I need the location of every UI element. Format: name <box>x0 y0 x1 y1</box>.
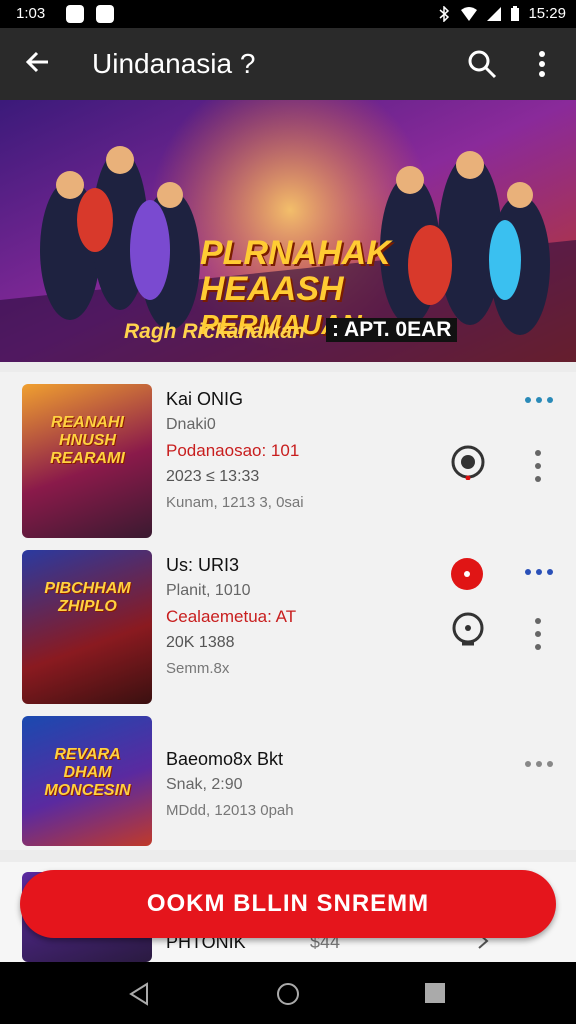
battery-icon <box>511 5 520 21</box>
list-item[interactable]: REVARA DHAM MONCESIN Baeomo8x Bkt Snak, … <box>0 704 576 864</box>
item-title: Baeomo8x Bkt <box>166 749 284 769</box>
status-time-left: 1:03 <box>16 5 46 22</box>
back-arrow-icon[interactable] <box>22 46 54 78</box>
item-title: Us: URI3 <box>166 555 240 575</box>
more-vert-icon[interactable] <box>532 616 544 652</box>
shield-icon <box>96 5 114 23</box>
search-icon[interactable] <box>466 48 498 80</box>
item-footer: MDdd, 12013 0pah <box>166 802 294 819</box>
list-item[interactable]: REANAHI HNUSH REARAMI Kai ONIG Dnaki0 Po… <box>0 372 576 538</box>
system-nav-bar <box>0 962 576 1024</box>
banner-badge: : APT. 0EAR <box>326 318 458 342</box>
game-list: REANAHI HNUSH REARAMI Kai ONIG Dnaki0 Po… <box>0 372 576 850</box>
item-highlight: Cealaemetua: AT <box>166 607 297 626</box>
more-horiz-icon[interactable] <box>524 396 554 404</box>
more-horiz-icon[interactable] <box>524 760 554 768</box>
thumbnail-text: PIBCHHAM ZHIPLO <box>44 580 131 615</box>
hero-banner[interactable]: PLRNAHAK HEAASH PERMAUAN Ragh Rickanaika… <box>0 100 576 362</box>
nav-back-icon[interactable] <box>128 982 150 1006</box>
more-vert-icon[interactable] <box>530 48 554 80</box>
banner-headline-1: PLRNAHAK <box>200 234 391 272</box>
primary-cta-button[interactable]: OOKM BLLIN SNREMM <box>20 870 556 938</box>
page-title: Uindanasia ? <box>92 48 256 79</box>
target-icon[interactable] <box>450 444 486 480</box>
item-thumbnail: REVARA DHAM MONCESIN <box>22 716 152 846</box>
item-date: 20K 1388 <box>166 634 235 651</box>
item-subtitle: Dnaki0 <box>166 416 216 433</box>
thumbnail-text: REANAHI HNUSH REARAMI <box>50 414 125 467</box>
item-meta: Us: URI3 Planit, 1010 Cealaemetua: AT 20… <box>166 552 296 682</box>
more-vert-icon[interactable] <box>532 448 544 484</box>
status-bar: 1:03 15:29 <box>0 0 576 28</box>
status-right-group: 15:29 <box>436 5 566 22</box>
item-subtitle: Snak, 2:90 <box>166 776 243 793</box>
notification-icon <box>66 5 84 23</box>
wifi-icon <box>461 6 478 21</box>
item-footer: Kunam, 1213 3, 0sai <box>166 494 304 511</box>
more-horiz-icon[interactable] <box>524 568 554 576</box>
nav-home-icon[interactable] <box>276 982 300 1006</box>
bluetooth-icon <box>439 5 450 22</box>
app-bar: Uindanasia ? <box>0 28 576 100</box>
nav-recents-icon[interactable] <box>424 982 446 1004</box>
item-thumbnail: REANAHI HNUSH REARAMI <box>22 384 152 538</box>
item-meta: Kai ONIG Dnaki0 Podanaosao: 101 2023 ≤ 1… <box>166 386 304 516</box>
item-footer: Semm.8x <box>166 660 230 677</box>
target-outline-icon[interactable] <box>450 612 486 648</box>
item-title: Kai ONIG <box>166 389 244 409</box>
status-time-right: 15:29 <box>528 5 566 22</box>
thumbnail-text: REVARA DHAM MONCESIN <box>44 746 131 799</box>
item-date: 2023 ≤ 13:33 <box>166 468 260 485</box>
banner-subtitle: Ragh Rickanaikan <box>124 320 305 343</box>
banner-headline-2: HEAASH <box>200 270 344 308</box>
item-thumbnail: PIBCHHAM ZHIPLO <box>22 550 152 704</box>
list-item[interactable]: PIBCHHAM ZHIPLO Us: URI3 Planit, 1010 Ce… <box>0 538 576 704</box>
signal-icon <box>487 6 502 21</box>
record-icon[interactable] <box>449 556 485 592</box>
item-highlight: Podanaosao: 101 <box>166 441 300 460</box>
item-meta: Baeomo8x Bkt Snak, 2:90 MDdd, 12013 0pah <box>166 746 294 824</box>
item-subtitle: Planit, 1010 <box>166 582 251 599</box>
